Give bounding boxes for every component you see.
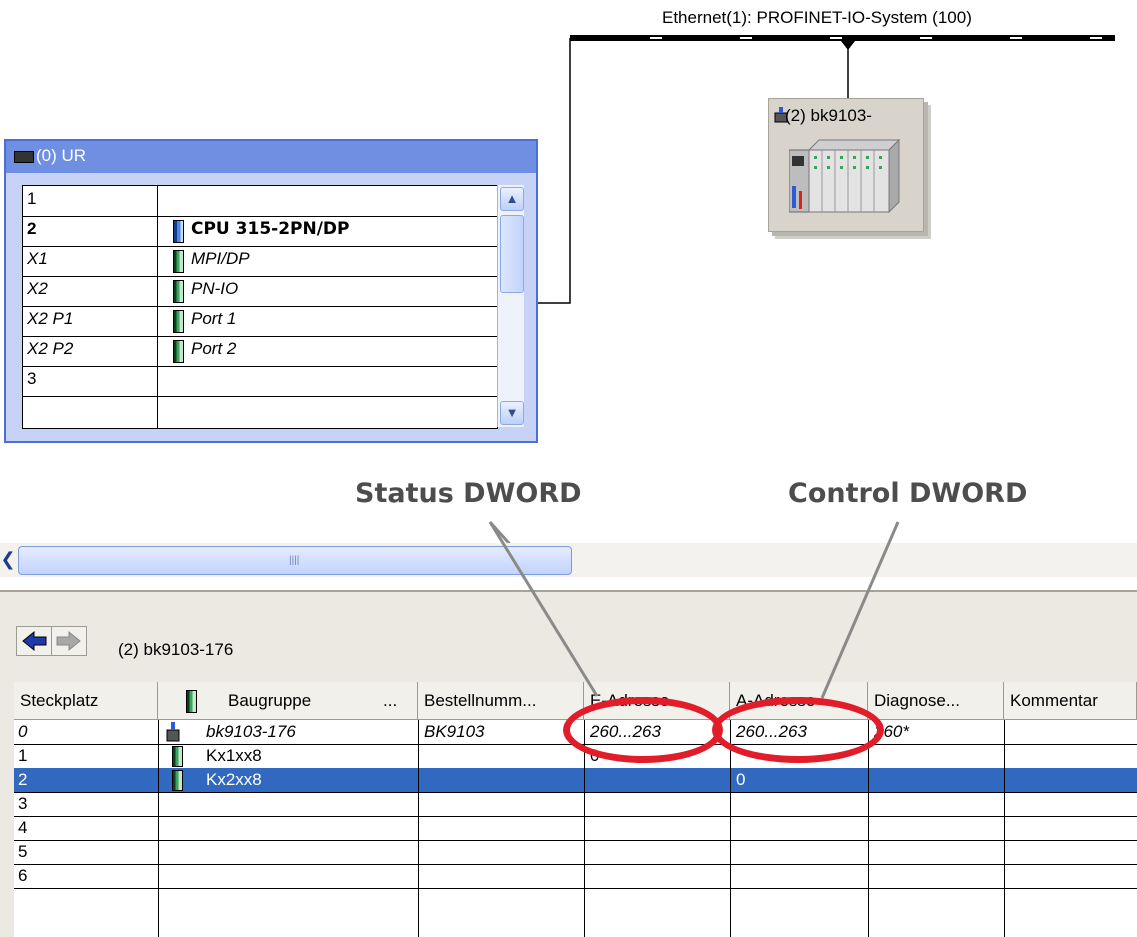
control-dword-highlight — [712, 697, 884, 763]
annotation-pointers — [488, 521, 900, 699]
status-dword-highlight — [563, 697, 723, 763]
